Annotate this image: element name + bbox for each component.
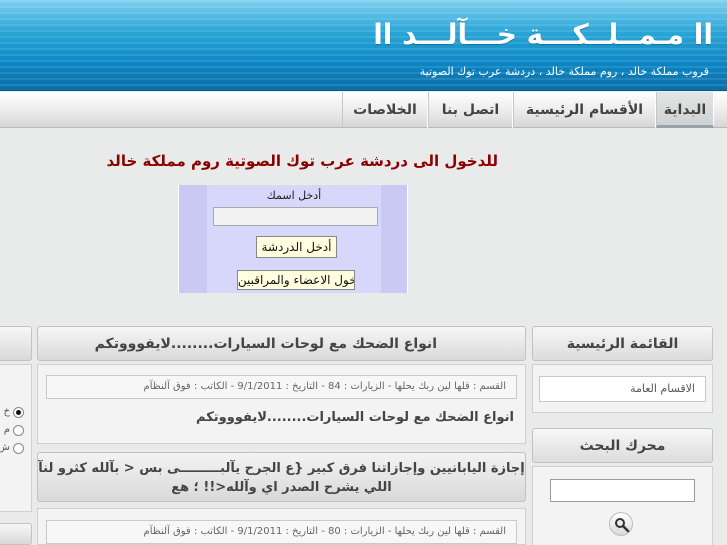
main-nav: البداية الأقسام الرئيسية اتصل بنا الخلاص… [0,92,727,128]
search-input[interactable] [550,479,695,502]
search-box-title: محرك البحث [532,428,713,463]
main-menu-title: القائمة الرئيسية [532,326,713,361]
magnifier-icon [615,518,630,533]
menu-item-general-sections[interactable]: الاقسام العامة [539,376,706,402]
name-label: أدخل اسمك [266,189,322,202]
nav-item-feeds[interactable]: الخلاصات [342,92,428,128]
nav-item-contact[interactable]: اتصل بنا [428,92,513,128]
site-subtitle: قروب مملكة خالد ، روم مملكة خالد ، دردشة… [419,65,709,78]
poll-option-radio[interactable] [13,425,24,436]
nickname-input[interactable] [213,207,378,226]
poll-option-label: ش [0,442,10,453]
chat-login-panel: أدخل اسمك أدخل الدردشة دخول الاعضاء والم… [178,185,408,293]
poll-box-body [0,364,32,512]
site-header: اا مـمــلــكـــة خـــآلـــد اا قروب مملك… [0,0,727,91]
poll-option-radio[interactable] [13,407,24,418]
poll-option-label: خ [3,406,10,417]
search-button[interactable] [609,512,633,536]
post-meta: القسم : قلها لين ربك يحلها - الزيارات : … [46,375,517,399]
chat-room-link[interactable]: للدخول الى دردشة عرب توك الصوتية روم ممل… [107,152,498,170]
nav-item-home[interactable]: البداية [656,92,714,128]
members-login-label: دخول الاعضاء والمراقبين [237,273,355,287]
poll-option-radio[interactable] [13,443,24,454]
nav-item-main-sections[interactable]: الأقسام الرئيسية [513,92,656,128]
post-title[interactable]: انواع الضحك مع لوحات السيارات........لاي… [37,326,526,361]
poll-option-label: م [3,424,10,435]
members-login-button[interactable]: دخول الاعضاء والمراقبين [237,270,355,290]
site-title: اا مـمــلــكـــة خـــآلـــد اا [373,18,713,51]
post-title[interactable]: إجازة اليابانيين وإجازاتنا فرق كبير {ع ا… [37,452,526,502]
poll-box-title [0,326,32,361]
post-meta: القسم : قلها لين ربك يحلها - الزيارات : … [46,520,517,544]
enter-chat-button[interactable]: أدخل الدردشة [256,236,337,258]
left-box-title [0,523,32,545]
post-excerpt: انواع الضحك مع لوحات السيارات........لاي… [196,410,514,425]
